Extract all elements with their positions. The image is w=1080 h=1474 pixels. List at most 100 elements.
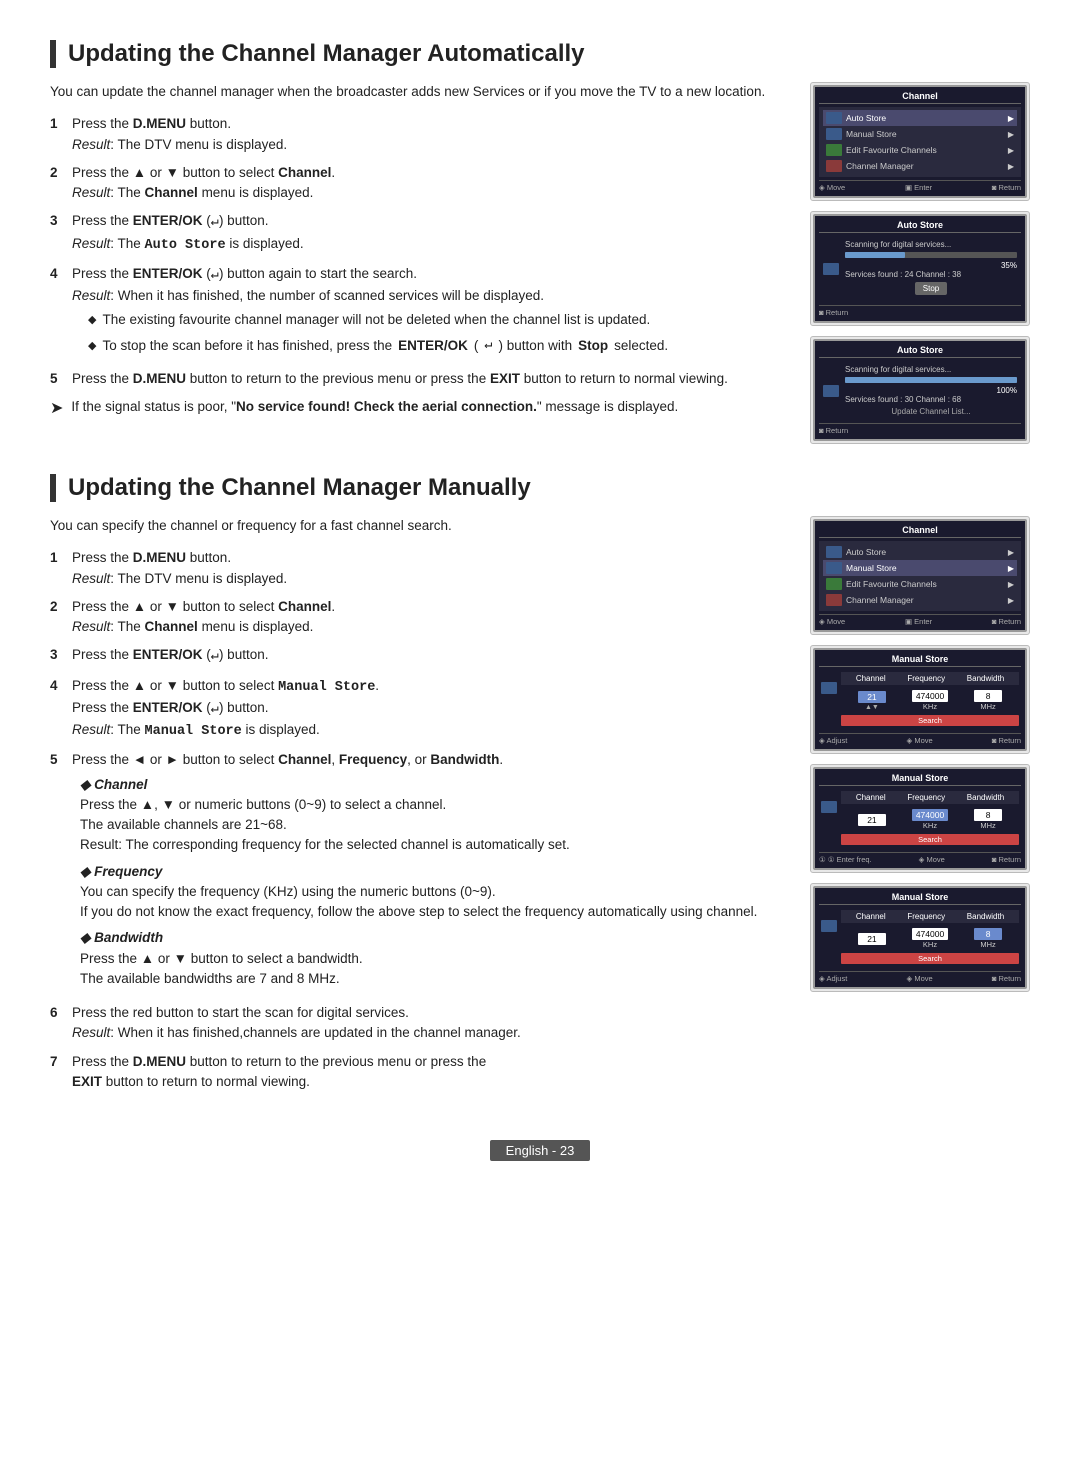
manual-store-header-2: Channel Frequency Bandwidth <box>841 672 1019 685</box>
auto-step-list: 1 Press the D.MENU button. Result: The D… <box>50 114 786 389</box>
manual-tv-3: Manual Store Channel Frequency Bandwidth <box>813 767 1027 870</box>
auto-tv-2: Auto Store Scanning for digital services… <box>813 214 1027 323</box>
manual-store-icon-3 <box>821 801 837 813</box>
manual-nav-move-3: ◈ Move <box>919 855 945 864</box>
manual-store-header-3: Channel Frequency Bandwidth <box>841 791 1019 804</box>
manual-nav-move-1: ◈ Move <box>819 617 845 626</box>
manual-store-content-3: Channel Frequency Bandwidth 21 474000 <box>841 791 1019 847</box>
auto-tip: ➤ If the signal status is poor, "No serv… <box>50 397 786 421</box>
dmenu-bold-1: D.MENU <box>133 116 186 131</box>
scan-info-2: Services found : 24 Channel : 38 <box>845 270 1017 279</box>
ms-bw-value-3: 8 <box>974 809 1002 821</box>
nav-enter-1: ▣ Enter <box>905 183 932 192</box>
ms-bw-value-2: 8 <box>974 690 1002 702</box>
ms-ch-field-3: 21 <box>858 814 886 826</box>
auto-tv-3: Auto Store Scanning for digital services… <box>813 339 1027 441</box>
manual-nav-bar-3: ① ① Enter freq. ◈ Move ◙ Return <box>819 852 1021 864</box>
manual-bw-bold-5: Bandwidth <box>430 752 499 767</box>
progress-bar-3 <box>845 377 1017 383</box>
manual-tv-4: Manual Store Channel Frequency Bandwidth <box>813 886 1027 989</box>
manual-menu-editfav: Edit Favourite Channels ▶ <box>823 576 1017 592</box>
auto-text-column: You can update the channel manager when … <box>50 82 786 444</box>
arrow-icon-4: ▶ <box>1008 162 1014 171</box>
ms-freq-field-4: 474000 KHz <box>912 928 948 949</box>
auto-section: Updating the Channel Manager Automatical… <box>50 40 1030 444</box>
stop-btn-2[interactable]: Stop <box>915 282 947 295</box>
tip-text: If the signal status is poor, "No servic… <box>71 397 678 417</box>
result-3: Result: The Auto Store is displayed. <box>72 234 786 256</box>
manual-screen4-title: Manual Store <box>819 892 1021 905</box>
enter-ok-bold-stop: ENTER/OK <box>398 336 468 356</box>
page-footer: English - 23 <box>50 1130 1030 1161</box>
manual-arrow-4: ▶ <box>1008 596 1014 605</box>
manual-enter-ok-4: ENTER/OK <box>133 700 203 715</box>
manual-nav-move-4: ◈ Move <box>906 974 932 983</box>
auto-bullet-4-1: The existing favourite channel manager w… <box>88 310 786 330</box>
ms-freq-field-3: 474000 KHz <box>912 809 948 830</box>
manual-store-values-2: 21 ▲▼ 474000 KHz 8 MHz <box>841 688 1019 713</box>
manual-step-num-7: 7 <box>50 1052 64 1093</box>
manual-step-content-2: Press the ▲ or ▼ button to select Channe… <box>72 597 786 638</box>
manual-arrow-1: ▶ <box>1008 548 1014 557</box>
manual-nav-move-2: ◈ Move <box>906 736 932 745</box>
ms-ch-field-2: 21 ▲▼ <box>858 691 886 711</box>
scan-info-3: Services found : 30 Channel : 68 <box>845 395 1017 404</box>
manual-nav-adjust-2: ◈ Adjust <box>819 736 847 745</box>
manual-dmenu-1: D.MENU <box>133 550 186 565</box>
footer-badge: English - 23 <box>490 1140 591 1161</box>
manual-store-row-4: Channel Frequency Bandwidth 21 474000 <box>819 908 1021 968</box>
nav-return-1: ◙ Return <box>992 183 1021 192</box>
manual-text-column: You can specify the channel or frequency… <box>50 516 786 1100</box>
ms-freq-unit-2: KHz <box>912 702 948 711</box>
scan-icon-2 <box>823 263 839 275</box>
manual-exit-7: EXIT <box>72 1074 102 1089</box>
manual-icon-3 <box>826 578 842 590</box>
manual-step-content-6: Press the red button to start the scan f… <box>72 1003 786 1044</box>
step-num-3: 3 <box>50 211 64 256</box>
auto-menu-item-autostore: Auto Store ▶ <box>823 110 1017 126</box>
search-btn-3[interactable]: Search <box>841 834 1019 845</box>
channel-bold-2: Channel <box>278 165 331 180</box>
manual-nav-enter-1: ▣ Enter <box>905 617 932 626</box>
freq-subtitle: ◆ Frequency <box>80 864 162 879</box>
ms-header-ch-3: Channel <box>856 793 886 802</box>
step-content-2: Press the ▲ or ▼ button to select Channe… <box>72 163 786 204</box>
search-btn-2[interactable]: Search <box>841 715 1019 726</box>
progress-fill-2 <box>845 252 905 258</box>
manual-nav-enterfreq-3: ① ① Enter freq. <box>819 855 872 864</box>
manual-freq-bold-5: Frequency <box>339 752 407 767</box>
manual-store-row-3: Channel Frequency Bandwidth 21 474000 <box>819 789 1021 849</box>
ms-freq-value-2: 474000 <box>912 690 948 702</box>
manual-content-wrapper: You can specify the channel or frequency… <box>50 516 1030 1100</box>
auto-menu-item-manualstore: Manual Store ▶ <box>823 126 1017 142</box>
manual-store-bold-4: Manual Store <box>278 678 375 693</box>
search-btn-4[interactable]: Search <box>841 953 1019 964</box>
auto-screen3-title: Auto Store <box>819 345 1021 358</box>
progress-pct-2: 35% <box>845 261 1017 270</box>
manual-screen-1: Channel Auto Store ▶ Manual Store ▶ E <box>810 516 1030 635</box>
auto-step-5: 5 Press the D.MENU button to return to t… <box>50 369 786 389</box>
manual-menu-channelmgr: Channel Manager ▶ <box>823 592 1017 608</box>
auto-intro: You can update the channel manager when … <box>50 82 786 102</box>
manual-screens-column: Channel Auto Store ▶ Manual Store ▶ E <box>810 516 1030 1100</box>
manual-store-values-4: 21 474000 KHz 8 MHz <box>841 926 1019 951</box>
scan-text-2: Scanning for digital services... <box>845 240 1017 249</box>
manual-section-title: Updating the Channel Manager Manually <box>50 474 1030 502</box>
arrow-icon-2: ▶ <box>1008 130 1014 139</box>
ms-ch-value-2: 21 <box>858 691 886 703</box>
manual-nav-adjust-4: ◈ Adjust <box>819 974 847 983</box>
ms-bw-unit-4: MHz <box>974 940 1002 949</box>
auto-scan-area-3: Scanning for digital services... 100% Se… <box>819 361 1021 420</box>
manual-result-6: Result: When it has finished,channels ar… <box>72 1023 786 1043</box>
progress-fill-3 <box>845 377 1017 383</box>
auto-bullets-4: The existing favourite channel manager w… <box>88 310 786 356</box>
auto-scan-details-2: Scanning for digital services... 35% Ser… <box>845 240 1017 298</box>
auto-menu-item-channelmgr: Channel Manager ▶ <box>823 158 1017 174</box>
manual-step-content-4: Press the ▲ or ▼ button to select Manual… <box>72 676 786 743</box>
auto-step-1: 1 Press the D.MENU button. Result: The D… <box>50 114 786 155</box>
manual-store-header-4: Channel Frequency Bandwidth <box>841 910 1019 923</box>
manual-nav-return-1: ◙ Return <box>992 617 1021 626</box>
manual-store-row-2: Channel Frequency Bandwidth 21 ▲▼ <box>819 670 1021 730</box>
step-content-5: Press the D.MENU button to return to the… <box>72 369 786 389</box>
manual-step-content-5: Press the ◄ or ► button to select Channe… <box>72 750 786 995</box>
